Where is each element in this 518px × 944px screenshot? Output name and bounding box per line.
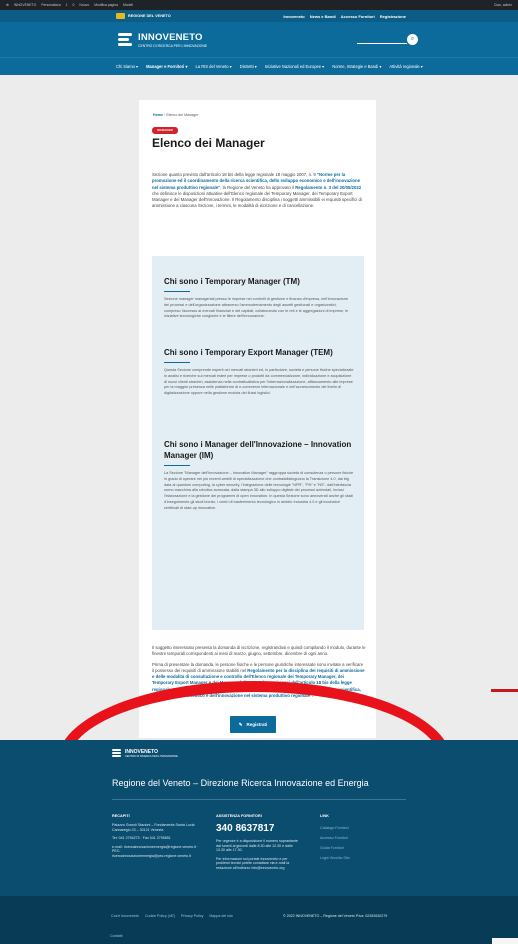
admin-bar-item[interactable]: Personalizza <box>41 3 60 7</box>
region-link[interactable]: REGIONE DEL VENETO <box>116 13 283 19</box>
footer-bottom: Cos'è Innoveneto Cookie Policy (UE) Priv… <box>0 896 518 944</box>
content-card: Home › Elenco dei Manager MANAGER Elenco… <box>139 100 376 738</box>
header-top-bar: REGIONE DEL VENETO Innoveneto News e Ban… <box>0 10 518 22</box>
footer: INNOVENETO CENTRO DI RICERCA PER L'INNOVA… <box>0 740 518 896</box>
admin-bar-item[interactable]: Nuovo <box>79 3 89 7</box>
breadcrumb: Home › Elenco dei Manager <box>153 113 199 117</box>
footer-link[interactable]: Guida Fornitori <box>320 843 400 853</box>
nav-item-attivita[interactable]: Attività regionale ▾ <box>389 64 422 69</box>
bottom-link[interactable]: Mappa del sito <box>209 914 232 918</box>
footer-recapiti: RECAPITI Palazzo Grandi Stazioni – Fonda… <box>112 814 200 859</box>
admin-bar-item[interactable]: 1 <box>66 3 68 7</box>
top-link-registrazione[interactable]: Registrazione <box>380 14 406 19</box>
bottom-link[interactable]: Cos'è Innoveneto <box>111 914 139 918</box>
intro-text: Sezione quanto previsto dall'articolo 18… <box>152 172 362 209</box>
footer-assistenza: ASSISTENZA FORNITORI 340 8637817 Per urg… <box>216 814 298 870</box>
email-links[interactable]: e-mail: ricercainnovazioneenergia@region… <box>112 845 200 859</box>
top-link-news[interactable]: News e Bandi <box>310 14 336 19</box>
regolamento-link[interactable]: Regolamento n. 3 del 20/05/2022 <box>295 185 361 190</box>
brand-name: INNOVENETO <box>138 31 203 43</box>
brand-tagline: CENTRO DI RICERCA PER L'INNOVAZIONE <box>138 43 208 48</box>
section-title: Chi sono i Manager dell'Innovazione – In… <box>164 440 352 460</box>
phone-fax: Tel: 041 2794273 · Fax 041 2795851 <box>112 836 171 840</box>
nav-item-manager[interactable]: Manager e Fornitori ▾ <box>146 64 187 69</box>
nav-item-norme[interactable]: Norme, Strategie e Bandi ▾ <box>332 64 381 69</box>
red-arrow-mark <box>491 689 518 692</box>
divider <box>164 362 190 363</box>
innoveneto-logo-icon[interactable] <box>118 31 132 48</box>
bottom-link-contatti[interactable]: Contatti <box>110 934 122 938</box>
divider <box>164 465 190 466</box>
section-tm: Chi sono i Temporary Manager (TM) Sezion… <box>164 276 354 320</box>
admin-user[interactable]: Ciao, admin <box>494 3 512 7</box>
section-text: Sezione manager manageriali presso le im… <box>164 297 349 319</box>
admin-bar-item[interactable]: INNOVENETO <box>14 3 36 7</box>
note-paragraph: Il soggetto interessato presenta la doma… <box>152 645 366 657</box>
wordpress-icon[interactable]: ⊕ <box>6 3 9 7</box>
region-logo-icon <box>116 13 125 19</box>
footer-title: Regione del Veneto – Direzione Ricerca I… <box>112 778 369 788</box>
page-title: Elenco dei Manager <box>152 136 265 150</box>
header-main: INNOVENETO CENTRO DI RICERCA PER L'INNOV… <box>0 22 518 57</box>
innoveneto-logo-icon <box>112 748 121 758</box>
footer-logo[interactable]: INNOVENETO CENTRO DI RICERCA PER L'INNOVA… <box>112 748 178 758</box>
section-title: Chi sono i Temporary Manager (TM) <box>164 277 300 286</box>
category-badge[interactable]: MANAGER <box>152 127 178 134</box>
info-box: Chi sono i Temporary Manager (TM) Sezion… <box>152 256 364 630</box>
footer-links: LINK Catalogo Fornitori Accesso Fornitor… <box>320 814 400 863</box>
admin-bar-item[interactable]: Modifica pagina <box>94 3 118 7</box>
search-input[interactable] <box>357 36 407 44</box>
nav-item-chi-siamo[interactable]: Chi Siamo ▾ <box>116 64 138 69</box>
section-im: Chi sono i Manager dell'Innovazione – In… <box>164 439 354 512</box>
footer-link[interactable]: Catalogo Fornitori <box>320 823 400 833</box>
breadcrumb-current: Elenco dei Manager <box>166 113 199 117</box>
address: Palazzo Grandi Stazioni – Fondamenta San… <box>112 823 195 832</box>
copyright: © 2022 INNOVENETO – Regione del Veneto P… <box>283 914 388 918</box>
admin-bar-item[interactable]: 0 <box>73 3 75 7</box>
brand[interactable]: INNOVENETO CENTRO DI RICERCA PER L'INNOV… <box>138 32 357 48</box>
search-box: ⌕ <box>357 34 418 45</box>
support-phone[interactable]: 340 8637817 <box>216 823 298 835</box>
section-text: Questa Sezione comprende esperti nei mer… <box>164 368 354 396</box>
admin-bar: ⊕ INNOVENETO Personalizza 1 0 Nuovo Modi… <box>0 0 518 10</box>
admin-bar-item[interactable]: Modell <box>123 3 133 7</box>
corner-widget <box>492 938 518 944</box>
top-link-accesso[interactable]: Accesso Fornitori <box>341 14 375 19</box>
footer-link[interactable]: Accesso Fornitori <box>320 833 400 843</box>
top-link-innoveneto[interactable]: Innoveneto <box>283 14 304 19</box>
section-title: Chi sono i Temporary Export Manager (TEM… <box>164 348 333 357</box>
section-text: La Sezione "Manager dell'Innovazione – I… <box>164 471 354 510</box>
divider <box>112 799 406 800</box>
breadcrumb-home[interactable]: Home <box>153 113 163 117</box>
bottom-link[interactable]: Privacy Policy <box>181 914 203 918</box>
divider <box>164 291 190 292</box>
main-nav: Chi Siamo ▾ Manager e Fornitori ▾ La RIS… <box>0 57 518 75</box>
nav-item-distretti[interactable]: Distretti ▾ <box>240 64 257 69</box>
footer-link[interactable]: Login Vecchio Sito <box>320 853 400 863</box>
nav-item-ris[interactable]: La RIS del Veneto ▾ <box>196 64 232 69</box>
nav-item-iniziative[interactable]: Iniziative Nazionali ed Europee ▾ <box>265 64 324 69</box>
section-tem: Chi sono i Temporary Export Manager (TEM… <box>164 347 354 397</box>
bottom-link[interactable]: Cookie Policy (UE) <box>145 914 175 918</box>
search-icon[interactable]: ⌕ <box>407 34 418 45</box>
